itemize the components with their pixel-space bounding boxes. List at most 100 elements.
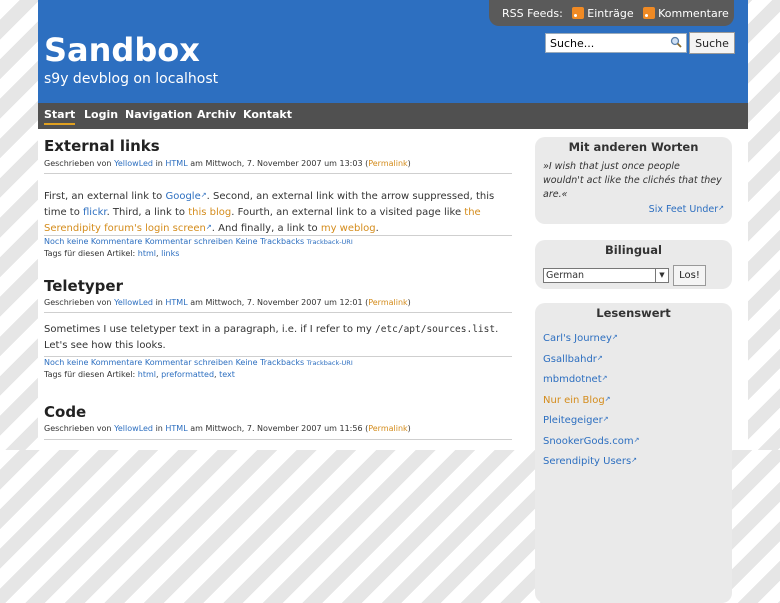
comments-link[interactable]: Noch keine Kommentare — [44, 358, 142, 367]
blogroll-link-label: mbmdotnet — [543, 374, 602, 385]
body-text: First, an external link to — [44, 191, 166, 202]
trackback-uri-link[interactable]: Trackback-URI — [307, 238, 353, 246]
body-text: . Fourth, an external link to a visited … — [231, 206, 465, 218]
byline-in: in — [155, 159, 163, 168]
blogroll-link[interactable]: Serendipity Users↗ — [543, 456, 637, 467]
rss-entries-link[interactable]: Einträge — [587, 7, 633, 20]
post-byline: Geschrieben von YellowLed in HTML am Mit… — [44, 159, 411, 168]
divider — [44, 439, 512, 440]
quote-text: »I wish that just once people wouldn't a… — [543, 161, 722, 200]
divider — [44, 173, 512, 174]
post-title[interactable]: Teletyper — [44, 277, 123, 295]
tag-link[interactable]: links — [161, 249, 179, 258]
write-comment-link[interactable]: Kommentar schreiben — [145, 237, 233, 246]
byline-prefix: Geschrieben von — [44, 298, 112, 307]
post-body: First, an external link to Google↗. Seco… — [44, 188, 512, 237]
rss-icon — [643, 7, 656, 19]
language-go-button[interactable]: Los! — [673, 265, 706, 286]
blogroll-item: Carl's Journey↗ — [543, 328, 639, 349]
tag-link[interactable]: preformatted — [161, 370, 214, 379]
site-description: s9y devblog on localhost — [44, 71, 219, 87]
blogroll-link[interactable]: Pleitegeiger↗ — [543, 415, 609, 426]
external-link-icon: ↗ — [631, 456, 638, 464]
write-comment-link[interactable]: Kommentar schreiben — [145, 358, 233, 367]
search-button[interactable]: Suche — [689, 32, 735, 54]
blogroll-link-label: Serendipity Users — [543, 456, 632, 467]
tags-label: Tags für diesen Artikel: — [44, 370, 136, 379]
byline-date: am Mittwoch, 7. November 2007 um 12:01 ( — [190, 298, 369, 307]
nav-item-kontakt[interactable]: Kontakt — [243, 108, 292, 121]
category-link[interactable]: HTML — [165, 159, 187, 168]
blogroll-item: Nur ein Blog↗ — [543, 390, 639, 411]
flickr-link[interactable]: flickr — [83, 207, 107, 218]
tag-link[interactable]: html — [138, 370, 156, 379]
byline-date: am Mittwoch, 7. November 2007 um 13:03 ( — [190, 159, 369, 168]
rss-icon — [572, 7, 585, 19]
dropdown-arrow-icon: ▼ — [655, 269, 668, 282]
trackbacks-link[interactable]: Keine Trackbacks — [236, 237, 305, 246]
post-title[interactable]: External links — [44, 137, 160, 155]
rss-comments-link[interactable]: Kommentare — [658, 7, 729, 20]
bilingual-title: Bilingual — [605, 243, 662, 257]
trackback-uri-link[interactable]: Trackback-URI — [307, 359, 353, 367]
permalink[interactable]: Permalink — [368, 159, 407, 168]
search-input[interactable] — [545, 33, 687, 53]
post-title[interactable]: Code — [44, 403, 86, 421]
google-link[interactable]: Google — [165, 191, 200, 202]
body-text: . Third, a link to — [106, 206, 189, 218]
blogroll-link[interactable]: Gsallbahdr↗ — [543, 354, 603, 365]
quote-source-link[interactable]: Six Feet Under↗ — [649, 204, 724, 215]
divider — [44, 356, 512, 357]
nav-item-start[interactable]: Start — [44, 108, 76, 125]
nav-item-login[interactable]: Login — [84, 108, 118, 121]
post-byline: Geschrieben von YellowLed in HTML am Mit… — [44, 424, 411, 433]
category-link[interactable]: HTML — [165, 298, 187, 307]
main-navigation: Start Login Navigation Archiv Kontakt — [38, 103, 748, 129]
comments-link[interactable]: Noch keine Kommentare — [44, 237, 142, 246]
author-link[interactable]: YellowLed — [114, 424, 153, 433]
blogroll-link[interactable]: Carl's Journey↗ — [543, 333, 618, 344]
byline-in: in — [155, 298, 163, 307]
tag-link[interactable]: text — [219, 370, 235, 379]
author-link[interactable]: YellowLed — [114, 298, 153, 307]
site-header: RSS Feeds: Einträge Kommentare Sandbox s… — [38, 0, 748, 103]
blogroll-link[interactable]: mbmdotnet↗ — [543, 374, 608, 385]
nav-item-archiv[interactable]: Archiv — [197, 108, 236, 121]
this-blog-link[interactable]: this blog — [188, 207, 231, 218]
tag-link[interactable]: html — [138, 249, 156, 258]
rss-label: RSS Feeds: — [502, 7, 563, 20]
rss-feeds-bar: RSS Feeds: Einträge Kommentare — [489, 0, 734, 26]
divider — [44, 235, 512, 236]
blogroll-item: SnookerGods.com↗ — [543, 431, 639, 452]
permalink[interactable]: Permalink — [368, 298, 407, 307]
author-link[interactable]: YellowLed — [114, 159, 153, 168]
blogroll-item: Gsallbahdr↗ — [543, 349, 639, 370]
post-body: Sometimes I use teletyper text in a para… — [44, 322, 512, 353]
quote-source-label: Six Feet Under — [648, 204, 719, 215]
blogroll-link[interactable]: SnookerGods.com↗ — [543, 436, 639, 447]
blogroll-link[interactable]: Nur ein Blog↗ — [543, 395, 611, 406]
post-footer: Noch keine Kommentare Kommentar schreibe… — [44, 237, 353, 246]
trackbacks-link[interactable]: Keine Trackbacks — [236, 358, 305, 367]
external-link-icon: ↗ — [633, 435, 640, 444]
divider — [44, 312, 512, 313]
blogroll-item: Serendipity Users↗ — [543, 451, 639, 472]
nav-item-navigation[interactable]: Navigation — [125, 108, 192, 121]
body-text: Sometimes I use teletyper text in a para… — [44, 324, 375, 335]
external-link-icon: ↗ — [611, 333, 618, 341]
external-link-icon: ↗ — [602, 415, 609, 423]
permalink[interactable]: Permalink — [368, 424, 407, 433]
blogroll-link-label: Gsallbahdr — [543, 353, 597, 365]
blogroll-item: Pleitegeiger↗ — [543, 410, 639, 431]
site-title[interactable]: Sandbox — [44, 31, 200, 69]
blogroll-link-label: Carl's Journey — [543, 333, 612, 344]
byline-prefix: Geschrieben von — [44, 424, 112, 433]
lesenswert-box: Lesenswert Carl's Journey↗ Gsallbahdr↗ mbm… — [535, 303, 732, 603]
category-link[interactable]: HTML — [165, 424, 187, 433]
page-wrapper: RSS Feeds: Einträge Kommentare Sandbox s… — [38, 0, 748, 603]
external-link-icon: ↗ — [718, 204, 724, 212]
language-select[interactable]: German ▼ — [543, 268, 669, 283]
bilingual-box: Bilingual German ▼ Los! — [535, 240, 732, 289]
my-weblog-link[interactable]: my weblog — [321, 223, 376, 234]
lesenswert-title: Lesenswert — [596, 306, 671, 320]
